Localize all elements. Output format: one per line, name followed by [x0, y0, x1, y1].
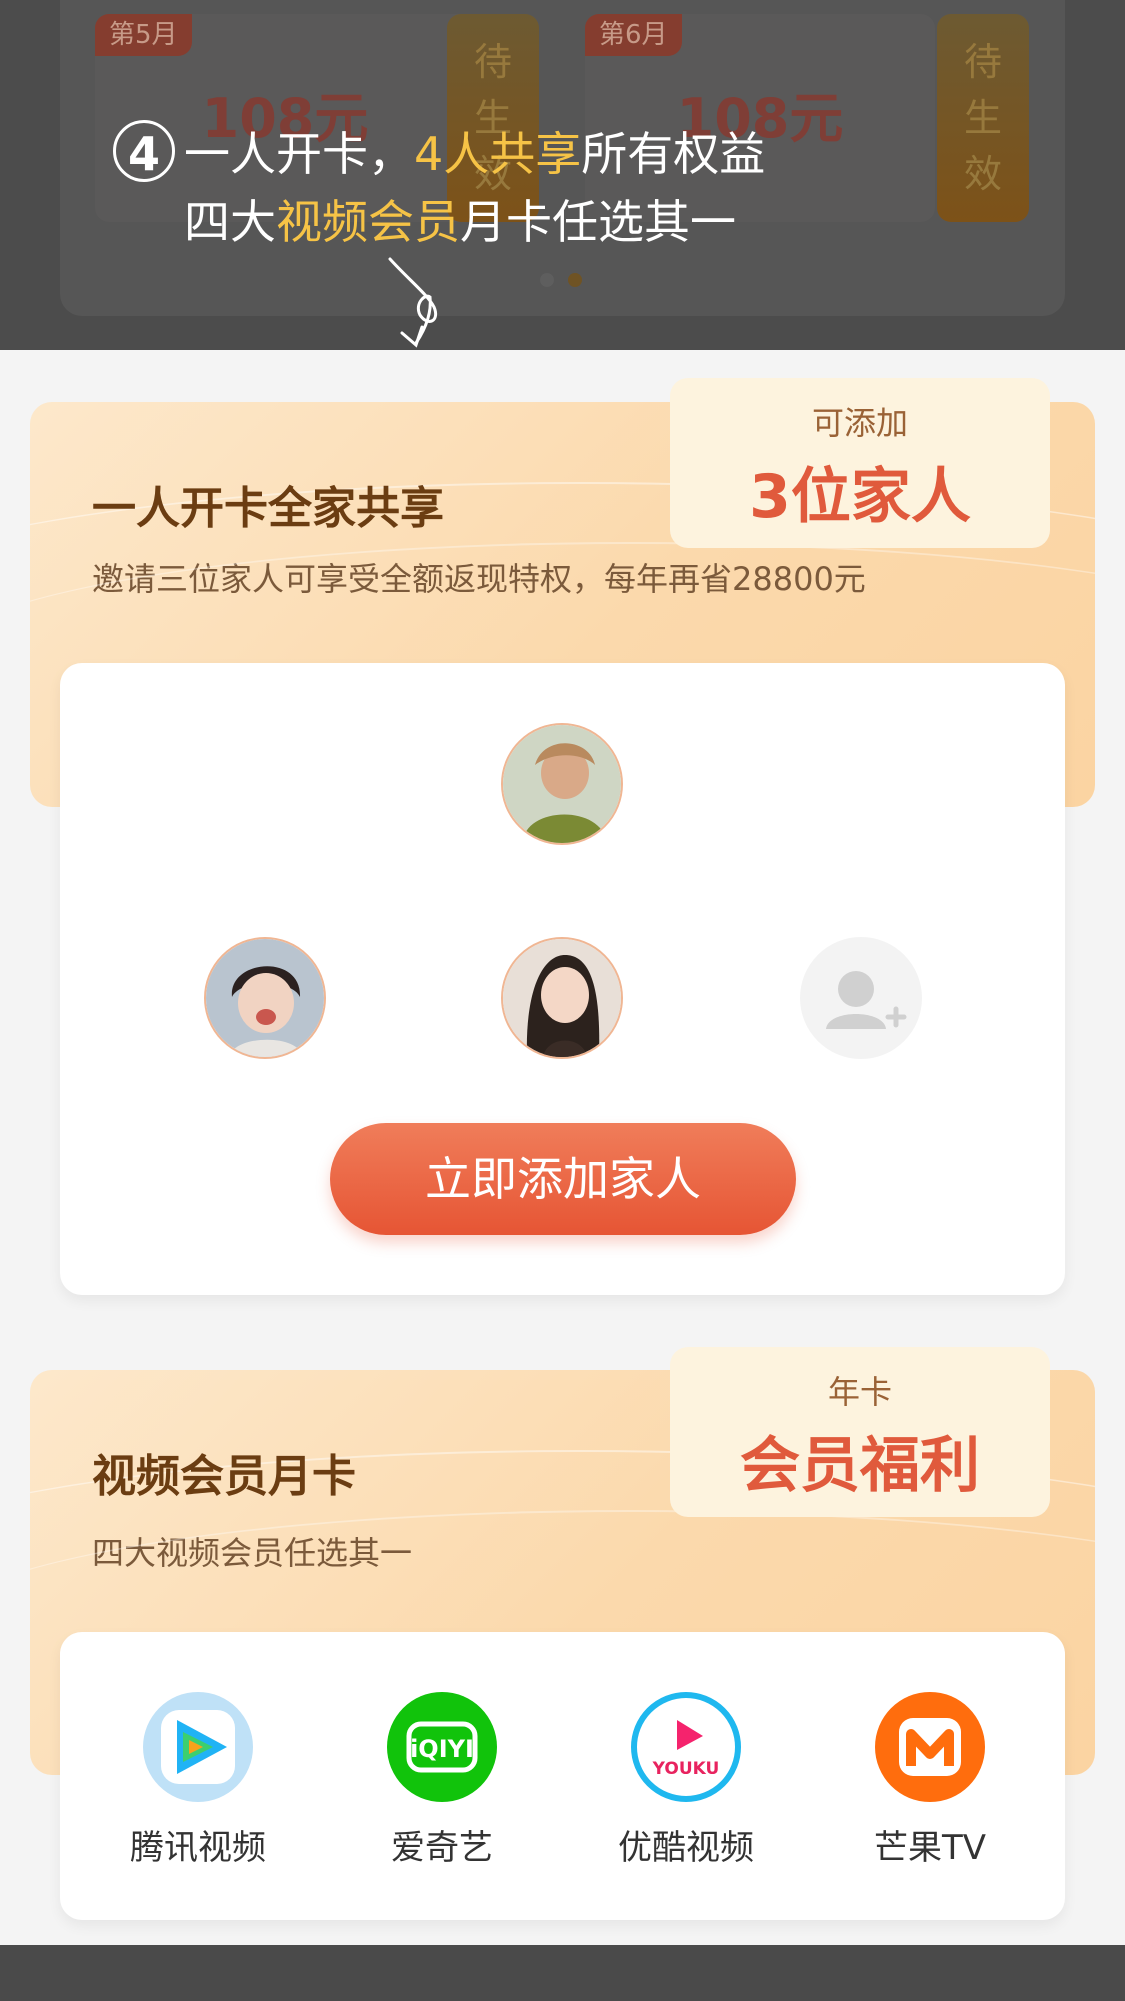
step-number-badge: 4 [113, 120, 175, 182]
mango-tv-icon [875, 1692, 985, 1802]
family-members-card: 立即添加家人 [60, 663, 1065, 1295]
app-youku[interactable]: YOUKU 优酷视频 [586, 1692, 786, 1869]
tencent-video-icon [143, 1692, 253, 1802]
tip-line-2: 四大视频会员月卡任选其一 [184, 186, 736, 252]
member-avatar-1[interactable] [204, 937, 326, 1059]
member-avatar-2[interactable] [501, 937, 623, 1059]
bottom-overlay-strip [0, 1945, 1125, 2001]
family-count-badge: 可添加 3位家人 [670, 378, 1050, 548]
badge-subtitle: 可添加 [811, 404, 908, 442]
month-6-status: 待生效 [937, 14, 1029, 222]
month-5-tag: 第5月 [95, 14, 192, 56]
tip-text: 月卡任选其一 [460, 195, 736, 249]
annual-benefit-badge: 年卡 会员福利 [670, 1347, 1050, 1517]
badge-main-text: 3位家人 [749, 462, 971, 532]
hand-drawn-arrow-icon [388, 257, 437, 348]
tip-text: 所有权益 [581, 127, 766, 181]
carousel-dot-active[interactable] [568, 273, 582, 287]
add-person-icon [826, 971, 907, 1029]
app-tencent-video[interactable]: 腾讯视频 [98, 1692, 298, 1869]
app-name: 爱奇艺 [391, 1828, 493, 1868]
tip-text: 四大 [184, 195, 276, 249]
badge-main-text: 会员福利 [740, 1431, 980, 1501]
tip-line-1: 一人开卡，4人共享所有权益 [184, 118, 765, 184]
family-share-desc: 邀请三位家人可享受全额返现特权，每年再省28800元 [92, 560, 866, 598]
family-share-title: 一人开卡全家共享 [92, 483, 444, 534]
iqiyi-icon: iQIYI [387, 1692, 497, 1802]
app-name: 芒果TV [873, 1828, 987, 1868]
svg-text:YOUKU: YOUKU [652, 1759, 720, 1779]
carousel-dots [540, 272, 596, 291]
app-name: 腾讯视频 [130, 1828, 266, 1868]
video-apps-card: 腾讯视频 iQIYI 爱奇艺 YOUKU 优酷视频 芒果TV [60, 1632, 1065, 1920]
app-iqiyi[interactable]: iQIYI 爱奇艺 [342, 1692, 542, 1869]
youku-icon: YOUKU [631, 1692, 741, 1802]
video-membership-desc: 四大视频会员任选其一 [92, 1534, 413, 1572]
carousel-dot[interactable] [540, 273, 554, 287]
avatar-image [503, 939, 621, 1057]
tutorial-overlay: 第5月 108元 待生效 第6月 108元 待生效 4 一人开卡，4人共享所有权… [0, 0, 1125, 350]
badge-subtitle: 年卡 [827, 1373, 892, 1411]
tip-highlight: 4人共享 [414, 127, 582, 181]
svg-text:iQIYI: iQIYI [410, 1735, 474, 1763]
video-membership-title: 视频会员月卡 [92, 1451, 356, 1502]
owner-avatar[interactable] [501, 723, 623, 845]
tip-text: 一人开卡， [184, 127, 414, 181]
add-member-slot[interactable] [800, 937, 922, 1059]
avatar-image [503, 725, 621, 843]
app-name: 优酷视频 [618, 1828, 754, 1868]
tip-highlight: 视频会员 [276, 195, 460, 249]
add-family-button[interactable]: 立即添加家人 [330, 1123, 796, 1235]
month-6-tag: 第6月 [585, 14, 682, 56]
app-mango-tv[interactable]: 芒果TV [830, 1692, 1030, 1869]
avatar-image [206, 939, 324, 1057]
